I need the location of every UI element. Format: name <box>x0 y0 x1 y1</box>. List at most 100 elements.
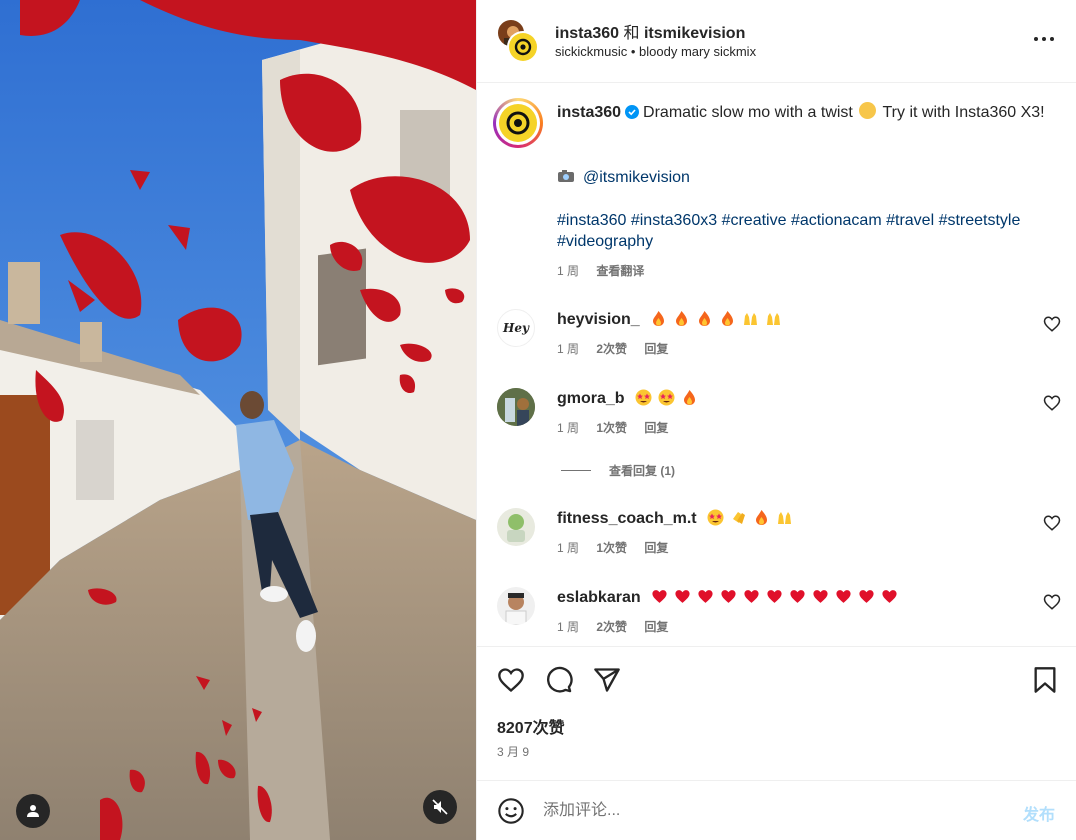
view-replies-button[interactable]: 查看回复 (1) <box>561 462 675 479</box>
comment-item: gmora_b 1 周 1次赞 回复 <box>477 388 1076 448</box>
collab-avatars[interactable] <box>496 18 540 63</box>
caption-hashtags[interactable]: #insta360 #insta360x3 #creative #actiona… <box>557 210 1057 252</box>
post-caption: insta360 Dramatic slow mo with a twist Tr… <box>557 102 1057 123</box>
post-header: insta360 和 itsmikevision sickickmusic • … <box>477 0 1076 83</box>
audio-separator: • <box>630 44 636 59</box>
comment-age[interactable]: 1 周 <box>557 421 579 435</box>
comment-item: eslabkaran 1 周 2次赞 回复 <box>477 587 1076 647</box>
share-icon <box>594 668 620 692</box>
user-icon <box>27 805 39 817</box>
comment-avatar[interactable] <box>497 388 535 426</box>
more-options-button[interactable] <box>1033 28 1055 50</box>
caption-text-part1: Dramatic slow mo with a twist <box>643 104 853 121</box>
post-actions: 8207次赞 3 月 9 <box>477 646 1076 780</box>
red-heart-icon <box>743 588 760 605</box>
red-heart-icon <box>697 588 714 605</box>
comment-item: fitness_coach_m.t 1 周 1次赞 回复 <box>477 508 1076 568</box>
comment-text: eslabkaran <box>557 587 904 609</box>
camera-icon <box>558 170 574 182</box>
post-media[interactable] <box>0 0 476 840</box>
comment-likes-count[interactable]: 1次赞 <box>596 421 627 435</box>
red-heart-icon <box>789 588 806 605</box>
comment-avatar[interactable] <box>497 508 535 546</box>
comment-button[interactable] <box>544 665 574 695</box>
caption-age[interactable]: 1 周 <box>557 264 579 278</box>
heart-icon <box>498 668 524 693</box>
comment-icon <box>547 666 573 693</box>
comment-input[interactable] <box>543 799 1003 823</box>
comment-like-heart-icon[interactable] <box>1043 394 1061 412</box>
comment-meta: 1 周 1次赞 回复 <box>557 419 682 436</box>
reply-button[interactable]: 回复 <box>644 342 668 356</box>
comment-likes-count[interactable]: 2次赞 <box>596 620 627 634</box>
comment-like-heart-icon[interactable] <box>1043 593 1061 611</box>
insta360-logo-icon <box>514 38 532 56</box>
bookmark-icon <box>1034 667 1056 693</box>
verified-badge-icon <box>625 105 640 119</box>
post-comment-button[interactable]: 发布 <box>1023 801 1055 825</box>
comment-text: fitness_coach_m.t <box>557 508 799 530</box>
heart-emojis <box>651 589 904 606</box>
comment-meta: 1 周 2次赞 回复 <box>557 618 682 635</box>
comment-username[interactable]: fitness_coach_m.t <box>557 510 697 527</box>
red-heart-icon <box>651 588 668 605</box>
reply-button[interactable]: 回复 <box>644 620 668 634</box>
author-avatar[interactable] <box>507 31 539 63</box>
fire-icon <box>650 310 667 327</box>
comment-username[interactable]: eslabkaran <box>557 589 641 606</box>
audio-artist-link[interactable]: sickickmusic <box>555 44 627 59</box>
fire-icon <box>696 310 713 327</box>
red-heart-icon <box>766 588 783 605</box>
collaborator-link[interactable]: itsmikevision <box>644 25 745 42</box>
reply-button[interactable]: 回复 <box>644 421 668 435</box>
red-heart-icon <box>835 588 852 605</box>
fire-icon <box>681 389 698 406</box>
emoji-picker-icon[interactable] <box>497 797 525 825</box>
post-date[interactable]: 3 月 9 <box>497 743 529 760</box>
view-replies-label: 查看回复 (1) <box>609 464 676 478</box>
comment-likes-count[interactable]: 1次赞 <box>596 541 627 555</box>
comment-item: Hey heyvision_ 1 周 2次赞 回复 <box>477 309 1076 369</box>
red-heart-icon <box>812 588 829 605</box>
caption-username[interactable]: insta360 <box>557 104 621 121</box>
tagged-users-button[interactable] <box>16 794 50 828</box>
flushed-face-icon <box>859 102 877 119</box>
reply-button[interactable]: 回复 <box>644 541 668 555</box>
mention-link[interactable]: @itsmikevision <box>583 169 690 186</box>
share-button[interactable] <box>592 665 622 695</box>
comment-like-heart-icon[interactable] <box>1043 514 1061 532</box>
comment-likes-count[interactable]: 2次赞 <box>596 342 627 356</box>
caption-text-part2: Try it with Insta360 X3! <box>882 104 1045 121</box>
insta360-logo-icon <box>506 111 530 135</box>
fire-icon <box>719 310 736 327</box>
replies-divider <box>561 470 591 471</box>
comment-avatar[interactable] <box>497 587 535 625</box>
translate-button[interactable]: 查看翻译 <box>596 264 644 278</box>
audio-track-link[interactable]: bloody mary sickmix <box>639 44 756 59</box>
likes-count[interactable]: 8207次赞 <box>497 714 565 738</box>
fire-icon <box>753 509 770 526</box>
comment-meta: 1 周 1次赞 回复 <box>557 539 682 556</box>
raising-hands-icon <box>742 310 759 327</box>
comment-username[interactable]: gmora_b <box>557 390 625 407</box>
caption-meta: 1 周 查看翻译 <box>557 262 658 279</box>
comment-like-heart-icon[interactable] <box>1043 315 1061 333</box>
comment-age[interactable]: 1 周 <box>557 342 579 356</box>
like-button[interactable] <box>496 665 526 695</box>
mute-button[interactable] <box>423 790 457 824</box>
save-button[interactable] <box>1030 665 1060 695</box>
caption-mention-line: @itsmikevision <box>557 167 690 188</box>
add-comment-box: 发布 <box>477 780 1076 840</box>
author-connector: 和 <box>623 25 640 42</box>
comment-meta: 1 周 2次赞 回复 <box>557 340 682 357</box>
video-frame <box>0 0 476 840</box>
comment-username[interactable]: heyvision_ <box>557 311 640 328</box>
comment-avatar[interactable]: Hey <box>497 309 535 347</box>
post-authors: insta360 和 itsmikevision <box>555 19 745 43</box>
caption-author-avatar[interactable] <box>493 98 543 148</box>
post-details-panel: insta360 和 itsmikevision sickickmusic • … <box>476 0 1076 840</box>
comment-age[interactable]: 1 周 <box>557 541 579 555</box>
author-link[interactable]: insta360 <box>555 25 619 42</box>
comment-age[interactable]: 1 周 <box>557 620 579 634</box>
star-struck-icon <box>707 509 724 526</box>
